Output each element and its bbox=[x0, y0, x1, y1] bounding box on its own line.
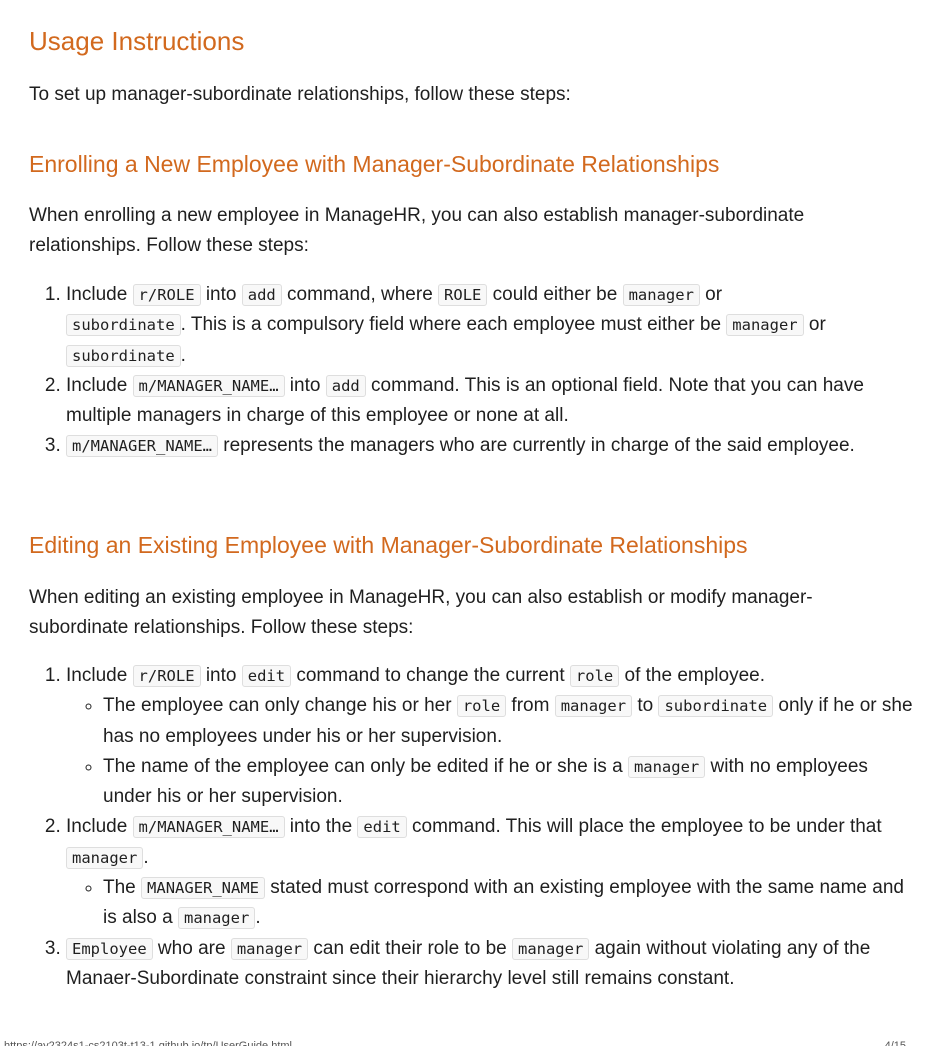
code-r-role: r/ROLE bbox=[132, 665, 201, 687]
code-add: add bbox=[325, 374, 366, 397]
section1-step-3: m/MANAGER_NAME… represents the managers … bbox=[66, 431, 916, 461]
text: The bbox=[103, 877, 142, 899]
section2-step-2-bullets: The MANAGER_NAME stated must correspond … bbox=[66, 873, 916, 934]
text: . This is a compulsory field where each … bbox=[180, 314, 727, 336]
section2-step-3: Employee who are manager can edit their … bbox=[66, 934, 916, 995]
code-manager: manager bbox=[230, 937, 309, 960]
text: . bbox=[255, 907, 261, 929]
text: . bbox=[143, 846, 149, 868]
text: Include bbox=[66, 816, 133, 838]
section2-intro: When editing an existing employee in Man… bbox=[29, 587, 813, 638]
bullet: The name of the employee can only be edi… bbox=[103, 752, 916, 813]
code-subordinate: subordinate bbox=[658, 695, 774, 718]
footer-page-number: 4/15 bbox=[884, 1040, 906, 1046]
section2-step-1-bullets: The employee can only change his or her … bbox=[66, 691, 916, 812]
text: could either be bbox=[487, 284, 623, 305]
section1-intro: When enrolling a new employee in ManageH… bbox=[29, 205, 805, 256]
code-manager: manager bbox=[177, 907, 256, 930]
section1-title: Enrolling a New Employee with Manager-Su… bbox=[29, 151, 720, 177]
text: into bbox=[200, 665, 242, 686]
text: Include bbox=[66, 284, 133, 305]
text: into bbox=[284, 374, 326, 396]
code-role: role bbox=[456, 695, 507, 718]
code-subordinate: subordinate bbox=[66, 344, 181, 367]
text: command to change the current bbox=[291, 665, 570, 686]
text: who are bbox=[152, 937, 231, 959]
code-manager-name: m/MANAGER_NAME… bbox=[132, 816, 285, 839]
text: into bbox=[200, 284, 242, 305]
bullet: The MANAGER_NAME stated must correspond … bbox=[103, 873, 916, 934]
code-manager: manager bbox=[726, 314, 804, 337]
text: to bbox=[632, 695, 659, 717]
text: from bbox=[506, 695, 555, 717]
text: can edit their role to be bbox=[308, 937, 512, 959]
code-edit: edit bbox=[357, 816, 407, 839]
section2-step-1: Include r/ROLE into edit command to chan… bbox=[66, 661, 916, 812]
text: The name of the employee can only be edi… bbox=[103, 755, 628, 777]
footer-url: https://ay2324s1-cs2103t-t13-1.github.io… bbox=[4, 1040, 292, 1046]
section2-steps: Include r/ROLE into edit command to chan… bbox=[29, 661, 916, 994]
code-manager: manager bbox=[627, 755, 706, 778]
section1-step-2: Include m/MANAGER_NAME… into add command… bbox=[66, 371, 916, 432]
code-manager: manager bbox=[66, 846, 144, 869]
text: into the bbox=[284, 816, 358, 838]
section2-step-2: Include m/MANAGER_NAME… into the edit co… bbox=[66, 812, 916, 933]
code-manager: manager bbox=[622, 284, 700, 306]
code-add: add bbox=[241, 284, 282, 306]
bullet: The employee can only change his or her … bbox=[103, 691, 916, 752]
text: represents the managers who are currentl… bbox=[217, 435, 855, 457]
text: . bbox=[180, 344, 186, 366]
code-role: ROLE bbox=[438, 284, 488, 306]
code-employee: Employee bbox=[66, 937, 153, 960]
print-footer: https://ay2324s1-cs2103t-t13-1.github.io… bbox=[0, 1038, 946, 1046]
text: command, where bbox=[281, 284, 439, 305]
section2-title: Editing an Existing Employee with Manage… bbox=[29, 532, 748, 558]
text: The employee can only change his or her bbox=[103, 695, 457, 717]
code-edit: edit bbox=[241, 665, 292, 687]
code-subordinate: subordinate bbox=[66, 314, 181, 337]
text: or bbox=[803, 314, 826, 336]
heading-usage-instructions: Usage Instructions bbox=[29, 26, 245, 56]
code-manager: manager bbox=[554, 695, 633, 718]
code-manager-name-plain: MANAGER_NAME bbox=[141, 877, 266, 900]
text: or bbox=[699, 284, 723, 305]
code-manager-name: m/MANAGER_NAME… bbox=[132, 374, 285, 397]
code-role: role bbox=[569, 665, 620, 687]
code-manager: manager bbox=[511, 937, 590, 960]
text: Include bbox=[66, 374, 133, 396]
code-manager-name: m/MANAGER_NAME… bbox=[66, 435, 218, 458]
section1-steps: Include r/ROLE into add command, where R… bbox=[29, 280, 916, 462]
text: command. This will place the employee to… bbox=[406, 816, 882, 838]
section1-step-1: Include r/ROLE into add command, where R… bbox=[66, 280, 916, 371]
intro-paragraph: To set up manager-subordinate relationsh… bbox=[29, 84, 571, 105]
code-r-role: r/ROLE bbox=[132, 284, 201, 306]
text: Include bbox=[66, 665, 133, 686]
text: of the employee. bbox=[619, 665, 766, 686]
